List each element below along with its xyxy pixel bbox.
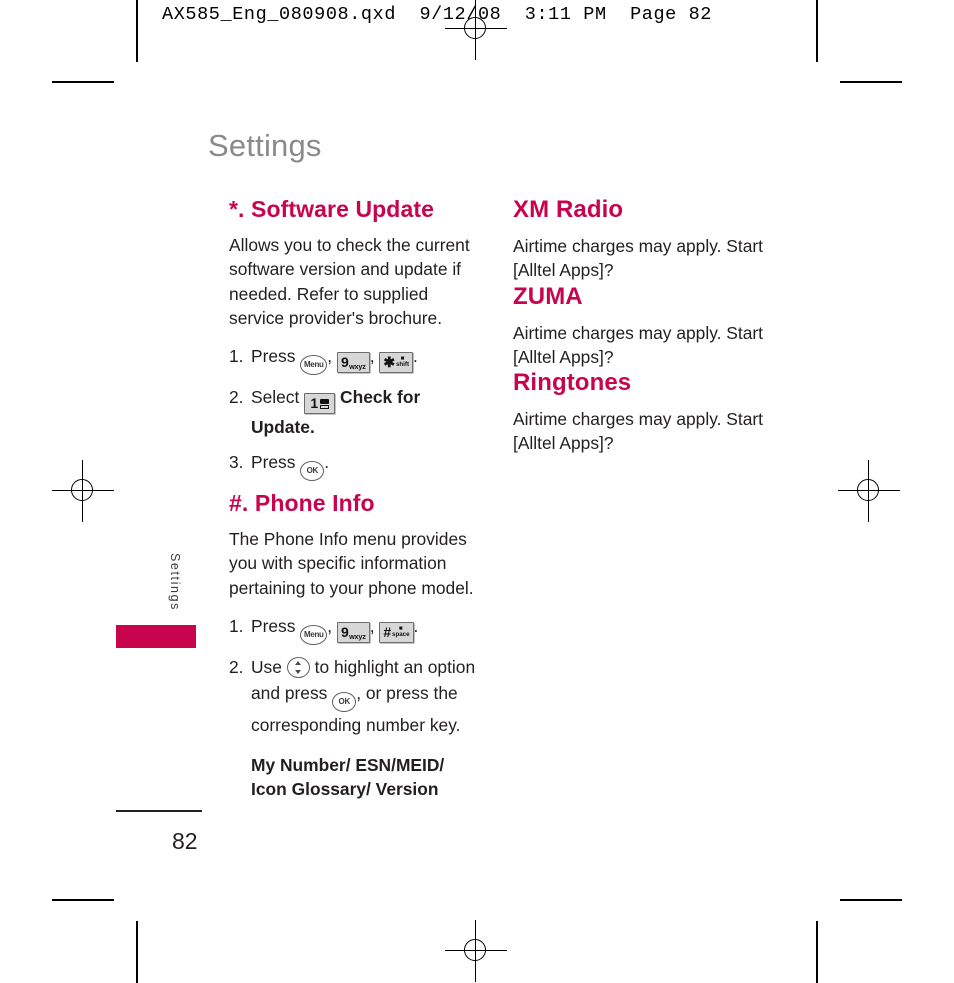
- step-period: .: [324, 452, 330, 473]
- section-body-xm-radio: Airtime charges may apply. Start [Alltel…: [513, 236, 763, 281]
- side-tab-block: [116, 625, 196, 648]
- step-period: .: [413, 346, 418, 367]
- left-column: *. Software Update Allows you to check t…: [229, 196, 481, 802]
- step-number: 2.: [229, 657, 244, 678]
- step-item: 3. Press OK.: [229, 449, 481, 482]
- step-number: 3.: [229, 452, 244, 473]
- section-heading-xm-radio: XM Radio: [513, 196, 624, 223]
- step-period: .: [413, 616, 419, 637]
- 1-voicemail-key-icon: 1: [304, 393, 336, 415]
- menu-key-icon: Menu: [300, 355, 328, 376]
- step-number: 1.: [229, 346, 244, 367]
- 9-wxyz-key-icon: 9wxyz: [336, 622, 370, 644]
- step-text: Select: [251, 387, 300, 408]
- section-heading-zuma: ZUMA: [513, 282, 583, 310]
- step-text: Press: [251, 452, 296, 473]
- navigation-key-icon: [286, 657, 310, 679]
- 9-wxyz-key-icon: 9wxyz: [336, 352, 370, 374]
- side-tab-label: Settings: [168, 553, 182, 611]
- step-number: 1.: [229, 616, 244, 637]
- right-column: XM Radio Airtime charges may apply. Star…: [513, 196, 775, 456]
- section-heading-phone-info: #. Phone Info: [229, 490, 375, 517]
- step-number: 2.: [229, 387, 244, 408]
- step-item: 2. Select 1 Check for Update.: [229, 384, 481, 440]
- section-body-phone-info: The Phone Info menu provides you with sp…: [229, 529, 474, 598]
- phone-info-menu-options: My Number/ ESN/MEID/ Icon Glossary/ Vers…: [251, 755, 445, 800]
- star-shift-key-icon: ✱ ■ shift: [379, 352, 413, 374]
- hash-space-key-icon: # ■ space: [379, 622, 414, 644]
- manual-page: Settings Settings 82 *. Software Update …: [0, 0, 954, 982]
- section-heading-software-update: *. Software Update: [229, 196, 435, 222]
- section-body-zuma: Airtime charges may apply. Start [Alltel…: [513, 322, 763, 367]
- section-heading-ringtones: Ringtones: [513, 369, 632, 397]
- menu-key-icon: Menu: [300, 625, 328, 646]
- step-comma: ,: [327, 616, 333, 637]
- step-item: 1. Press Menu, 9wxyz, ✱ ■ shift.: [229, 343, 481, 376]
- section-body-ringtones: Airtime charges may apply. Start [Alltel…: [513, 409, 763, 454]
- step-item: 2. Use to highlight an option and press …: [229, 654, 481, 738]
- step-text: Press: [251, 616, 296, 637]
- steps-phone-info: 1. Press Menu, 9wxyz, # ■ space. 2. Use to…: [229, 613, 481, 738]
- ok-key-icon: OK: [300, 461, 325, 482]
- step-text: Press: [251, 346, 296, 367]
- step-comma: ,: [369, 616, 375, 637]
- footer-rule: [116, 810, 202, 812]
- step-comma: ,: [369, 346, 375, 367]
- ok-key-icon: OK: [332, 692, 357, 713]
- page-number: 82: [172, 828, 198, 854]
- voicemail-icon: [319, 399, 329, 410]
- step-item: 1. Press Menu, 9wxyz, # ■ space.: [229, 613, 481, 646]
- steps-software-update: 1. Press Menu, 9wxyz, ✱ ■ shift. 2. Select…: [229, 343, 481, 482]
- section-body-software-update: Allows you to check the current software…: [229, 235, 470, 328]
- page-title: Settings: [208, 128, 322, 163]
- step-comma: ,: [327, 346, 333, 367]
- step-text: Use: [251, 657, 282, 678]
